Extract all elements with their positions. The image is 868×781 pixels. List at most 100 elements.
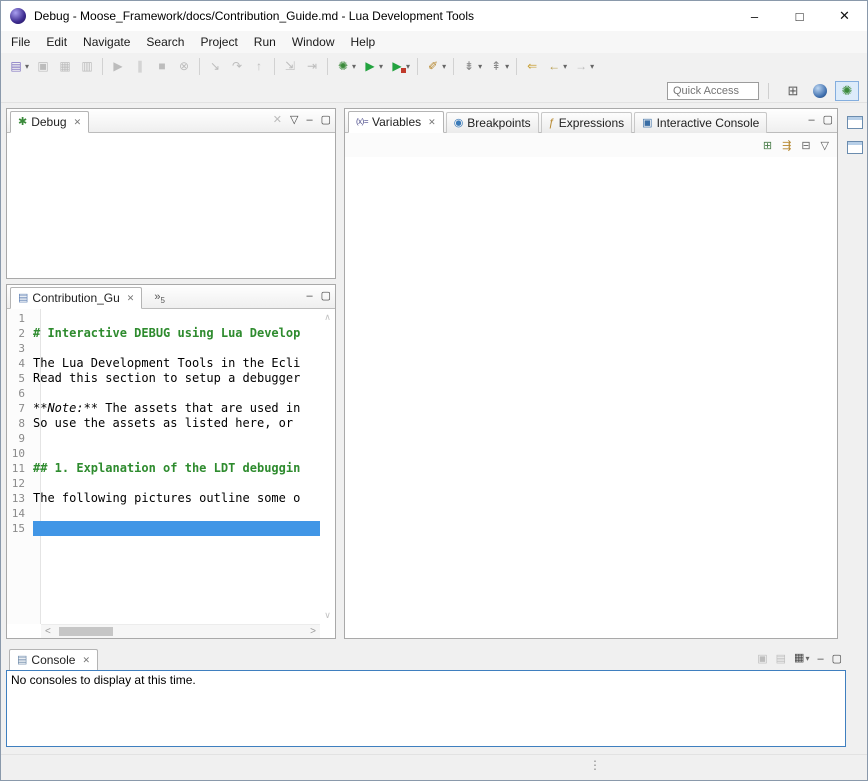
next-annotation-button[interactable]: ⇟ ▾ bbox=[459, 55, 484, 77]
dropdown-arrow-icon[interactable]: ▾ bbox=[505, 62, 509, 71]
tab-interactive-console[interactable]: ▣ Interactive Console bbox=[634, 112, 767, 133]
resize-grip[interactable]: ⋮ bbox=[589, 758, 601, 772]
back-button[interactable]: ← ▾ bbox=[544, 55, 569, 77]
tab-variables[interactable]: (x)= Variables ✕ bbox=[348, 111, 444, 133]
pin-console-button[interactable]: ▣ bbox=[757, 652, 767, 666]
show-logical-structures-button[interactable]: ⇶ bbox=[782, 139, 791, 152]
editor-line[interactable]: 8 So use the assets as listed here, or bbox=[7, 416, 320, 431]
scroll-up-icon[interactable]: ∧ bbox=[324, 312, 331, 323]
editor-line[interactable]: 13 The following pictures outline some o bbox=[7, 491, 320, 506]
console-content[interactable]: No consoles to display at this time. bbox=[6, 670, 846, 747]
editor-line[interactable]: 12 bbox=[7, 476, 320, 491]
view-menu-button[interactable]: ▽ bbox=[290, 113, 298, 127]
menu-item[interactable]: Search bbox=[138, 31, 192, 53]
menu-item[interactable]: Help bbox=[343, 31, 384, 53]
terminate-button[interactable]: ■ bbox=[152, 55, 172, 77]
editor-line[interactable]: 5 Read this section to setup a debugger bbox=[7, 371, 320, 386]
editor-line[interactable]: 11 ## 1. Explanation of the LDT debuggin bbox=[7, 461, 320, 476]
dropdown-arrow-icon[interactable]: ▾ bbox=[406, 62, 410, 71]
debug-perspective-button[interactable]: ✺ bbox=[835, 81, 859, 101]
open-console-button[interactable]: ▦▾ bbox=[794, 651, 809, 666]
use-step-filters-button[interactable]: ⇥ bbox=[302, 55, 322, 77]
editor-line[interactable]: 7 **Note:** The assets that are used in bbox=[7, 401, 320, 416]
editor-body[interactable]: 1 2 # Interactive DEBUG using Lua Develo… bbox=[7, 309, 335, 638]
new-wizard-button[interactable]: ▤ ▾ bbox=[6, 55, 31, 77]
menu-item[interactable]: Run bbox=[246, 31, 284, 53]
menu-item[interactable]: File bbox=[3, 31, 38, 53]
minimized-view-button-2[interactable] bbox=[847, 141, 863, 154]
last-edit-location-button[interactable]: ⇐ bbox=[522, 55, 542, 77]
run-button[interactable]: ▶ ▾ bbox=[360, 55, 385, 77]
minimize-view-button[interactable]: – bbox=[817, 652, 823, 666]
maximize-view-button[interactable]: ▢ bbox=[823, 113, 833, 127]
display-selected-console-button[interactable]: ▤ bbox=[776, 652, 786, 666]
forward-button[interactable]: → ▾ bbox=[571, 55, 596, 77]
maximize-view-button[interactable]: ▢ bbox=[321, 113, 331, 127]
open-search-button[interactable]: ✐ ▾ bbox=[423, 55, 448, 77]
close-tab-icon[interactable]: ✕ bbox=[74, 117, 82, 128]
show-type-names-button[interactable]: ⊞ bbox=[763, 139, 772, 152]
scroll-down-icon[interactable]: ∨ bbox=[324, 610, 331, 621]
editor-line[interactable]: 15 bbox=[7, 521, 320, 536]
close-button[interactable]: ✕ bbox=[822, 1, 867, 31]
close-tab-icon[interactable]: ✕ bbox=[428, 117, 436, 128]
separator[interactable] bbox=[274, 58, 275, 75]
separator[interactable] bbox=[199, 58, 200, 75]
external-tools-button[interactable]: ▶ ▾ bbox=[387, 55, 412, 77]
minimize-view-button[interactable]: – bbox=[306, 113, 312, 127]
separator[interactable] bbox=[327, 58, 328, 75]
tab-expressions[interactable]: ƒ Expressions bbox=[541, 112, 633, 133]
drop-to-frame-button[interactable]: ⇲ bbox=[280, 55, 300, 77]
dropdown-arrow-icon[interactable]: ▾ bbox=[478, 62, 482, 71]
scrollbar-thumb[interactable] bbox=[59, 627, 113, 636]
editor-line[interactable]: 1 bbox=[7, 311, 320, 326]
editor-vertical-scrollbar[interactable]: ∧ ∨ bbox=[320, 309, 335, 624]
view-menu-button[interactable]: ▽ bbox=[821, 139, 829, 152]
menu-item[interactable]: Project bbox=[192, 31, 245, 53]
minimized-view-button-1[interactable] bbox=[847, 116, 863, 129]
minimize-view-button[interactable]: – bbox=[306, 289, 312, 303]
editor-line[interactable]: 14 bbox=[7, 506, 320, 521]
dropdown-arrow-icon[interactable]: ▾ bbox=[590, 62, 594, 71]
previous-annotation-button[interactable]: ⇞ ▾ bbox=[486, 55, 511, 77]
tab-console[interactable]: ▤ Console ✕ bbox=[9, 649, 98, 671]
tab-contribution-guide[interactable]: ▤ Contribution_Gu ✕ bbox=[10, 287, 142, 309]
suspend-button[interactable]: ∥ bbox=[130, 55, 150, 77]
resume-button[interactable]: ▶ bbox=[108, 55, 128, 77]
separator[interactable] bbox=[516, 58, 517, 75]
tab-debug[interactable]: ✱ Debug ✕ bbox=[10, 111, 89, 133]
editor-line[interactable]: 10 bbox=[7, 446, 320, 461]
open-perspective-button[interactable]: ⊞ bbox=[781, 81, 805, 101]
maximize-button[interactable]: □ bbox=[777, 1, 822, 31]
close-tab-icon[interactable]: ✕ bbox=[82, 655, 90, 666]
dropdown-arrow-icon[interactable]: ▾ bbox=[25, 62, 29, 71]
hidden-editors-chevron[interactable]: »5 bbox=[154, 287, 165, 305]
dropdown-arrow-icon[interactable]: ▾ bbox=[352, 62, 356, 71]
editor-line[interactable]: 4 The Lua Development Tools in the Ecli bbox=[7, 356, 320, 371]
separator[interactable] bbox=[453, 58, 454, 75]
editor-line[interactable]: 3 bbox=[7, 341, 320, 356]
step-over-button[interactable]: ↷ bbox=[227, 55, 247, 77]
editor-lines[interactable]: 1 2 # Interactive DEBUG using Lua Develo… bbox=[7, 311, 320, 624]
menu-item[interactable]: Navigate bbox=[75, 31, 138, 53]
save-button[interactable]: ▣ bbox=[33, 55, 53, 77]
maximize-view-button[interactable]: ▢ bbox=[832, 652, 842, 666]
print-button[interactable]: ▥ bbox=[77, 55, 97, 77]
editor-horizontal-scrollbar[interactable]: < > bbox=[41, 624, 320, 638]
ldt-perspective-button[interactable] bbox=[808, 81, 832, 101]
scroll-left-icon[interactable]: < bbox=[45, 625, 51, 638]
dropdown-arrow-icon[interactable]: ▾ bbox=[805, 654, 809, 663]
minimize-view-button[interactable]: – bbox=[808, 113, 814, 127]
tab-breakpoints[interactable]: ◉ Breakpoints bbox=[446, 112, 539, 133]
quick-access-input[interactable] bbox=[667, 82, 759, 100]
step-into-button[interactable]: ↘ bbox=[205, 55, 225, 77]
editor-line[interactable]: 6 bbox=[7, 386, 320, 401]
menu-item[interactable]: Edit bbox=[38, 31, 75, 53]
debug-button[interactable]: ✺ ▾ bbox=[333, 55, 358, 77]
editor-line[interactable]: 2 # Interactive DEBUG using Lua Develop bbox=[7, 326, 320, 341]
disconnect-button[interactable]: ⊗ bbox=[174, 55, 194, 77]
maximize-view-button[interactable]: ▢ bbox=[321, 289, 331, 303]
dropdown-arrow-icon[interactable]: ▾ bbox=[563, 62, 567, 71]
dropdown-arrow-icon[interactable]: ▾ bbox=[379, 62, 383, 71]
minimize-button[interactable]: – bbox=[732, 1, 777, 31]
